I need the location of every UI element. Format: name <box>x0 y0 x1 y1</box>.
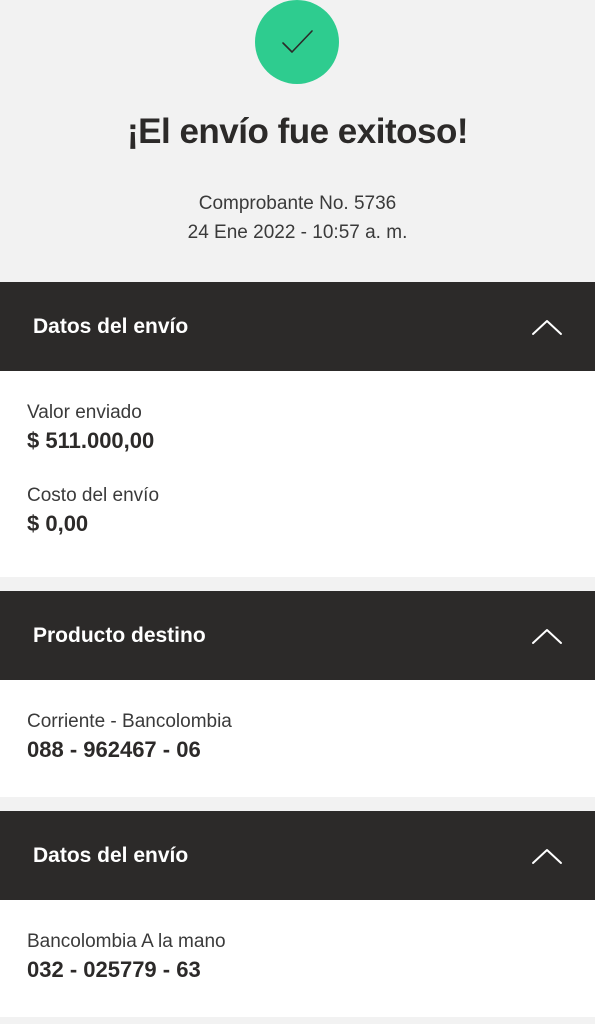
section-title: Producto destino <box>33 623 206 647</box>
field-cuenta-destino: Corriente - Bancolombia 088 - 962467 - 0… <box>27 710 568 765</box>
section-divider <box>0 797 595 811</box>
field-label: Costo del envío <box>27 485 160 506</box>
field-valor-enviado: Valor enviado $ 511.000,00 <box>27 401 568 456</box>
section-header-datos-envio[interactable]: Datos del envío <box>0 282 595 371</box>
field-value: $ 511.000,00 <box>27 428 155 453</box>
chevron-up-icon[interactable] <box>531 846 563 866</box>
section-title: Datos del envío <box>33 843 189 867</box>
field-label: Bancolombia A la mano <box>27 931 226 952</box>
field-label: Valor enviado <box>27 402 142 423</box>
field-value: 032 - 025779 - 63 <box>27 957 201 982</box>
section-header-datos-envio-origen[interactable]: Datos del envío <box>0 811 595 900</box>
field-value: $ 0,00 <box>27 511 89 536</box>
receipt-number: Comprobante No. 5736 <box>198 193 397 214</box>
field-cuenta-origen: Bancolombia A la mano 032 - 025779 - 63 <box>27 930 568 985</box>
section-body-producto-destino: Corriente - Bancolombia 088 - 962467 - 0… <box>0 680 595 797</box>
chevron-up-icon[interactable] <box>531 626 563 646</box>
check-icon <box>255 0 339 84</box>
chevron-up-icon[interactable] <box>531 317 563 337</box>
field-label: Corriente - Bancolombia <box>27 711 232 732</box>
section-body-datos-envio: Valor enviado $ 511.000,00 Costo del env… <box>0 371 595 577</box>
field-value: 088 - 962467 - 06 <box>27 737 201 762</box>
section-body-datos-envio-origen: Bancolombia A la mano 032 - 025779 - 63 <box>0 900 595 1017</box>
section-title: Datos del envío <box>33 314 189 338</box>
field-costo-envio: Costo del envío $ 0,00 <box>27 484 568 539</box>
transaction-datetime: 24 Ene 2022 - 10:57 a. m. <box>187 222 408 243</box>
section-header-producto-destino[interactable]: Producto destino <box>0 591 595 680</box>
success-header: ¡El envío fue exitoso! Comprobante No. 5… <box>0 0 595 282</box>
section-divider <box>0 577 595 591</box>
page-title: ¡El envío fue exitoso! <box>127 112 469 151</box>
